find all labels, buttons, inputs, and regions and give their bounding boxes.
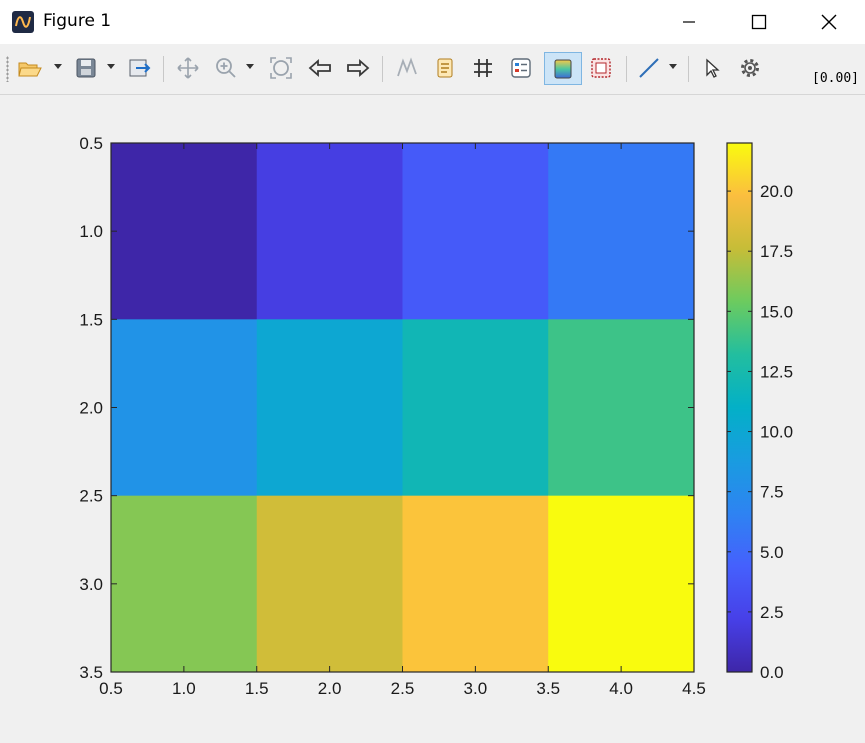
heatmap-cell [111,143,258,320]
x-tick-label: 2.5 [391,679,415,698]
close-button[interactable] [801,0,857,44]
legend-button[interactable] [430,53,460,83]
x-tick-label: 1.5 [245,679,269,698]
pan-button[interactable] [173,53,203,83]
colorbar-tick-label: 15.0 [760,302,793,321]
y-tick-label: 1.5 [79,310,103,329]
pointer-icon [706,58,720,78]
heatmap-cell [256,143,403,320]
data-cursor-icon [397,57,417,77]
save-button[interactable] [71,53,101,83]
colorbar-tick-label: 7.5 [760,483,784,502]
heatmap-cell [548,319,695,497]
heatmap-cell [111,319,258,497]
pan-icon [177,57,199,79]
layers-icon [511,58,531,78]
export-icon [129,59,151,77]
settings-icon [741,59,759,77]
maximize-button[interactable] [731,0,787,44]
colorbar-tick-label: 17.5 [760,242,793,261]
export-button[interactable] [125,53,155,83]
heatmap-cell [256,495,403,673]
zoom-fit-button[interactable] [266,53,296,83]
heatmap-cell [402,495,549,673]
open-folder-icon [18,62,42,77]
coordinate-readout: [0.00] [812,71,859,86]
maximize-icon [751,14,767,30]
open-dropdown-arrow[interactable] [54,64,62,69]
colorbar-tick-label: 10.0 [760,423,793,442]
toolbar-grip[interactable] [6,56,9,82]
zoom-dropdown-arrow[interactable] [246,64,254,69]
close-icon [821,14,837,30]
heatmap-cell [402,143,549,320]
colorbar-tick-label: 0.0 [760,663,784,682]
forward-button[interactable] [343,53,373,83]
line-style-dropdown-arrow[interactable] [669,64,677,69]
heatmap-cell [548,495,695,673]
zoom-in-button[interactable] [211,53,241,83]
colorbar-tick-label: 5.0 [760,543,784,562]
line-style-icon [639,58,659,78]
y-tick-label: 3.0 [79,575,103,594]
back-button[interactable] [305,53,335,83]
app-icon [12,11,34,33]
colorbar-tick-label: 20.0 [760,182,793,201]
settings-button[interactable] [735,53,765,83]
figure-canvas[interactable]: 0.5 1.0 1.5 2.0 2.5 3.0 3.5 4.0 4.5 0.51.01.52.0… [0,95,865,735]
grid-button[interactable] [468,53,498,83]
x-tick-label: 3.0 [464,679,488,698]
frame-button[interactable] [586,53,616,83]
x-tick-label: 4.5 [682,679,706,698]
x-tick-label: 2.0 [318,679,342,698]
figure-toolbar: [0.00] [0,44,865,95]
minimize-button[interactable] [661,0,717,44]
save-icon [76,58,96,78]
heatmap-cell [111,495,258,673]
layers-button[interactable] [506,53,536,83]
x-tick-label: 1.0 [172,679,196,698]
x-tick-label: 3.5 [536,679,560,698]
y-tick-label: 1.0 [79,222,103,241]
heatmap-cell [548,143,695,320]
zoom-fit-icon [270,57,292,79]
heatmap-cells [111,143,695,673]
colorbar[interactable]: 0.0 2.5 5.0 7.5 10.0 12.5 15.0 17.5 20.0 [726,142,793,682]
colorbar-icon [554,59,572,78]
toolbar-separator [163,56,164,82]
y-tick-label: 2.0 [79,399,103,418]
toolbar-separator [626,56,627,82]
colorbar-button[interactable] [544,52,582,85]
window-title: Figure 1 [43,11,112,31]
forward-icon [347,59,370,77]
x-tick-label: 4.0 [609,679,633,698]
grid-icon [474,59,492,77]
minimize-icon [683,21,695,23]
data-cursor-button[interactable] [392,53,422,83]
pointer-button[interactable] [697,53,727,83]
colorbar-tick-label: 2.5 [760,603,784,622]
open-button[interactable] [15,53,45,83]
colorbar-gradient [726,142,753,673]
toolbar-separator [688,56,689,82]
heatmap-cell [256,319,403,497]
toolbar-separator [382,56,383,82]
y-tick-label: 0.5 [79,134,103,153]
y-tick-label: 3.5 [79,663,103,682]
heatmap-cell [402,319,549,497]
legend-icon [437,58,453,78]
line-style-button[interactable] [634,53,664,83]
frame-icon [591,58,611,78]
save-dropdown-arrow[interactable] [107,64,115,69]
colorbar-tick-label: 12.5 [760,362,793,381]
back-icon [308,59,331,77]
title-bar: Figure 1 [0,0,865,44]
zoom-in-icon [216,58,236,78]
y-tick-label: 2.5 [79,487,103,506]
